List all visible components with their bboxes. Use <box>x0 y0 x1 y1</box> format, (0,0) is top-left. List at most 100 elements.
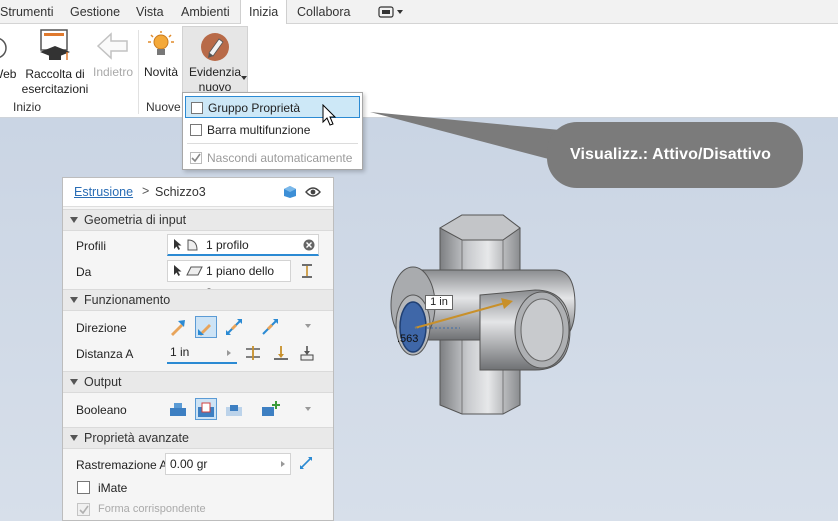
web-label: Web <box>0 67 17 81</box>
tab-collabora[interactable]: Collabora <box>289 0 359 24</box>
intersect-icon <box>226 405 242 416</box>
panel-header: Estrusione > Schizzo3 <box>63 178 333 207</box>
section-geometria-di-input[interactable]: Geometria di input <box>63 209 333 231</box>
boolean-cut-button[interactable] <box>195 398 217 420</box>
tab-strumenti[interactable]: Strumenti <box>0 0 62 24</box>
direction-default-icon <box>171 320 185 336</box>
through-all-icon[interactable] <box>299 345 315 361</box>
profili-label: Profili <box>76 239 107 253</box>
clear-icon[interactable] <box>303 239 315 251</box>
collapse-triangle-icon <box>70 379 78 385</box>
ribbon-tab-bar: Strumenti Gestione Vista Ambienti Inizia… <box>0 0 838 25</box>
distanza-value: 1 in <box>170 345 190 359</box>
ribbon-panel: Web Raccolta di esercitazioni Indietro N… <box>0 24 838 118</box>
rastremazione-label: Rastremazione A <box>76 458 168 472</box>
raccolta-esercitazioni-button[interactable]: Raccolta di esercitazioni <box>20 28 90 97</box>
mouse-cursor-icon <box>322 104 337 126</box>
lightbulb-icon <box>148 31 174 55</box>
imate-checkbox[interactable] <box>77 481 90 494</box>
direction-flipped-button[interactable] <box>195 316 217 338</box>
collapse-triangle-icon <box>70 435 78 441</box>
rastremazione-menu-arrow-icon[interactable] <box>281 461 285 467</box>
direction-dropdown-arrow-icon[interactable] <box>305 324 311 328</box>
cube-icon[interactable] <box>283 185 297 199</box>
select-profile-icon <box>174 239 198 251</box>
breadcrumb-separator: > <box>142 184 150 198</box>
profili-selector[interactable]: 1 profilo <box>167 234 319 256</box>
indietro-label: Indietro <box>92 65 134 79</box>
checkbox-icon <box>190 124 202 136</box>
raccolta-label-2: esercitazioni <box>21 82 89 96</box>
direction-asymmetric-button[interactable] <box>259 316 281 338</box>
collapse-triangle-icon <box>70 217 78 223</box>
breadcrumb-current: Schizzo3 <box>155 185 206 199</box>
distanza-label: Distanza A <box>76 347 134 361</box>
diameter-dimension-label: .563 <box>397 333 419 345</box>
eye-icon[interactable] <box>305 186 321 198</box>
tab-inizia[interactable]: Inizia <box>240 0 288 25</box>
section-output[interactable]: Output <box>63 371 333 393</box>
novita-button[interactable]: Novità <box>142 30 180 80</box>
tooltip-bubble: Visualizz.: Attivo/Disattivo <box>547 122 803 188</box>
menu-item-label: Barra multifunzione <box>207 123 311 137</box>
direction-symmetric-icon <box>226 319 242 335</box>
menu-item-nascondi-automaticamente: Nascondi automaticamente <box>185 147 360 169</box>
breadcrumb-estrusione-link[interactable]: Estrusione <box>74 185 133 199</box>
indietro-button[interactable]: Indietro <box>90 30 136 80</box>
tutorial-gallery-icon <box>40 29 70 60</box>
boolean-intersect-button[interactable] <box>223 398 245 420</box>
boolean-new-solid-button[interactable] <box>259 398 281 420</box>
tooltip-pointer <box>370 112 560 162</box>
profili-value: 1 profilo <box>206 238 249 252</box>
imate-label: iMate <box>98 481 128 495</box>
tab-gestione[interactable]: Gestione <box>62 0 128 24</box>
cut-icon <box>198 402 214 417</box>
evidenzia-label-1: Evidenzia <box>188 65 242 79</box>
booleano-label: Booleano <box>76 403 127 417</box>
highlighter-icon <box>201 33 229 61</box>
direction-default-button[interactable] <box>167 316 189 338</box>
section-funzionamento[interactable]: Funzionamento <box>63 289 333 311</box>
novita-label: Novità <box>143 65 178 79</box>
section-label: Output <box>84 375 122 389</box>
section-proprieta-avanzate[interactable]: Proprietà avanzate <box>63 427 333 449</box>
boolean-dropdown-arrow-icon[interactable] <box>305 407 311 411</box>
menu-item-label: Nascondi automaticamente <box>207 151 353 165</box>
distance-mode-icon[interactable] <box>245 345 261 361</box>
direction-flipped-icon <box>198 324 211 336</box>
offset-start-icon[interactable] <box>301 264 313 278</box>
to-face-icon[interactable] <box>273 345 289 361</box>
da-label: Da <box>76 265 92 279</box>
group-label-nuove: Nuove <box>146 100 181 114</box>
join-icon <box>170 403 186 416</box>
distanza-menu-arrow-icon[interactable] <box>227 350 231 356</box>
tab-options-icon[interactable] <box>378 6 404 18</box>
flip-taper-icon[interactable] <box>299 456 313 470</box>
forma-corrispondente-label: Forma corrispondente <box>98 503 206 515</box>
section-label: Funzionamento <box>84 293 171 307</box>
ribbon-separator <box>138 30 139 114</box>
collapse-triangle-icon <box>70 297 78 303</box>
checkbox-checked-icon <box>190 152 202 164</box>
menu-item-label: Gruppo Proprietà <box>208 101 301 115</box>
web-button[interactable]: Web <box>0 32 16 82</box>
tab-vista[interactable]: Vista <box>128 0 172 24</box>
da-selector[interactable]: 1 piano dello s... <box>167 260 291 298</box>
extrude-distance-label[interactable]: 1 in <box>425 295 453 310</box>
rastremazione-value: 0.00 gr <box>170 457 208 471</box>
tab-ambienti[interactable]: Ambienti <box>173 0 238 24</box>
raccolta-label-1: Raccolta di <box>25 67 85 81</box>
new-solid-icon <box>262 401 280 416</box>
back-arrow-icon <box>96 32 128 60</box>
direction-symmetric-button[interactable] <box>223 316 245 338</box>
section-label: Geometria di input <box>84 213 187 227</box>
menu-divider <box>187 143 358 144</box>
3d-model-viewport[interactable] <box>385 210 585 420</box>
evidenzia-nuovo-button[interactable]: Evidenzia nuovo <box>182 26 248 96</box>
direzione-label: Direzione <box>76 321 127 335</box>
boolean-join-button[interactable] <box>167 398 189 420</box>
forma-corrispondente-checkbox <box>77 503 90 516</box>
group-label-inizio: Inizio <box>13 100 42 114</box>
tooltip-text: Visualizz.: Attivo/Disattivo <box>570 146 772 163</box>
rastremazione-input[interactable]: 0.00 gr <box>165 453 291 475</box>
